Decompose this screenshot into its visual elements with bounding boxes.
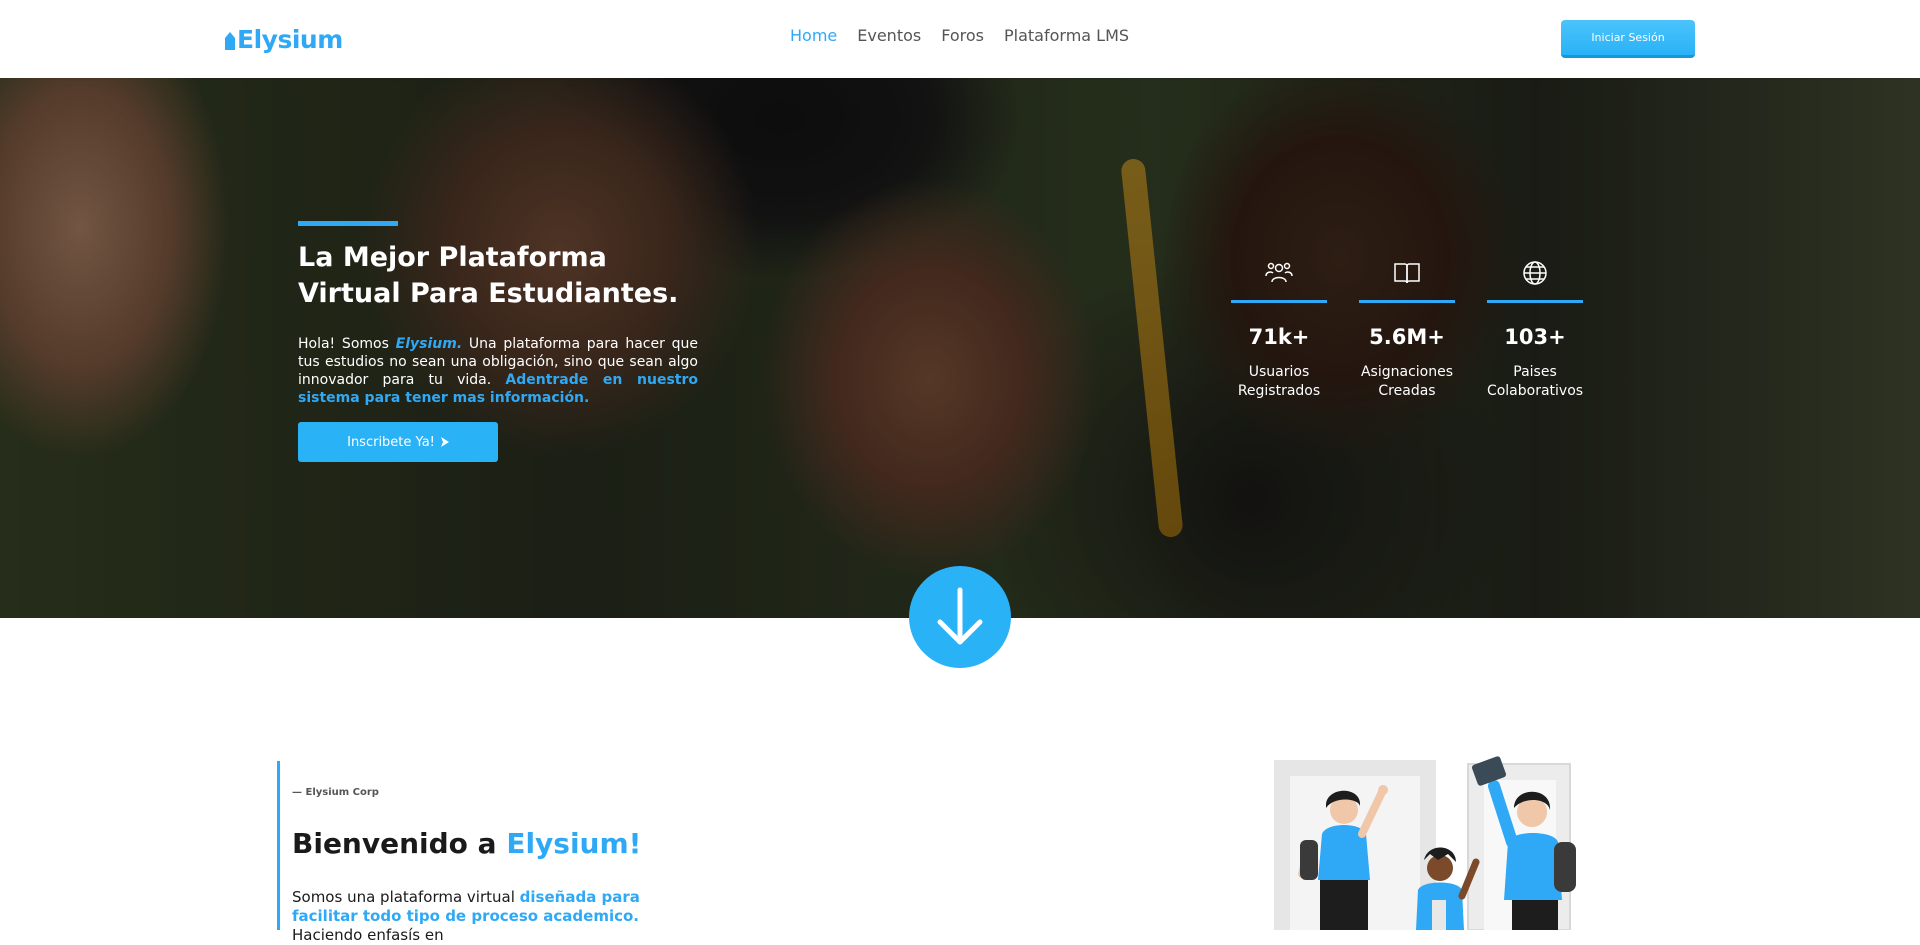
stat-value: 5.6M+ (1369, 325, 1445, 349)
logo-text: Elysium (237, 24, 343, 54)
hero-text-intro: Hola! Somos (298, 336, 396, 352)
hero-banner: La Mejor Plataforma Virtual Para Estudia… (0, 78, 1920, 618)
arrow-down-icon (937, 587, 983, 645)
about-title-prefix: Bienvenido a (292, 827, 507, 860)
logo-house-icon (225, 32, 235, 50)
stat-users: 71k+ Usuarios Registrados (1231, 258, 1327, 401)
stats-panel: 71k+ Usuarios Registrados 5.6M+ Asignaci… (1231, 258, 1583, 401)
stat-value: 103+ (1504, 325, 1566, 349)
stat-value: 71k+ (1248, 325, 1310, 349)
about-section: — Elysium Corp Bienvenido a Elysium! Som… (277, 761, 717, 944)
stat-label: Asignaciones Creadas (1360, 364, 1454, 399)
about-description: Somos una plataforma virtual diseñada pa… (292, 888, 702, 945)
globe-icon (1523, 261, 1547, 285)
nav-link-foros[interactable]: Foros (941, 26, 984, 45)
navbar: Elysium Home Eventos Foros Plataforma LM… (0, 0, 1920, 78)
triangle-right-icon (440, 437, 449, 447)
hero-brand-name: Elysium. (395, 336, 463, 352)
logo[interactable]: Elysium (224, 22, 343, 56)
stat-label: Usuarios Registrados (1237, 364, 1321, 399)
stat-countries: 103+ Paises Colaborativos (1487, 258, 1583, 401)
about-text-start: Somos una plataforma virtual (292, 888, 520, 906)
stat-assignments: 5.6M+ Asignaciones Creadas (1359, 258, 1455, 401)
login-button[interactable]: Iniciar Sesión (1561, 20, 1695, 58)
enroll-button-label: Inscribete Ya! (347, 434, 435, 450)
nav-links: Home Eventos Foros Plataforma LMS (790, 26, 1129, 45)
stat-underline (1359, 300, 1455, 303)
stat-label: Paises Colaborativos (1486, 364, 1584, 399)
nav-link-lms[interactable]: Plataforma LMS (1004, 26, 1129, 45)
book-icon (1394, 263, 1420, 284)
about-text-end: Haciendo enfasís en (292, 926, 444, 944)
users-icon (1265, 262, 1293, 283)
students-illustration (1274, 756, 1576, 930)
hero-overlay (0, 78, 1920, 618)
enroll-button[interactable]: Inscribete Ya! (298, 422, 498, 462)
stat-underline (1487, 300, 1583, 303)
hero-description: Hola! Somos Elysium. Una plataforma para… (298, 335, 698, 407)
stat-underline (1231, 300, 1327, 303)
about-title: Bienvenido a Elysium! (292, 827, 641, 860)
hero-title: La Mejor Plataforma Virtual Para Estudia… (298, 242, 679, 309)
nav-link-home[interactable]: Home (790, 26, 837, 45)
scroll-down-button[interactable] (909, 566, 1011, 668)
nav-link-eventos[interactable]: Eventos (857, 26, 921, 45)
about-kicker: — Elysium Corp (292, 787, 379, 798)
about-title-highlight: Elysium! (506, 827, 642, 860)
hero-accent-bar (298, 221, 398, 226)
